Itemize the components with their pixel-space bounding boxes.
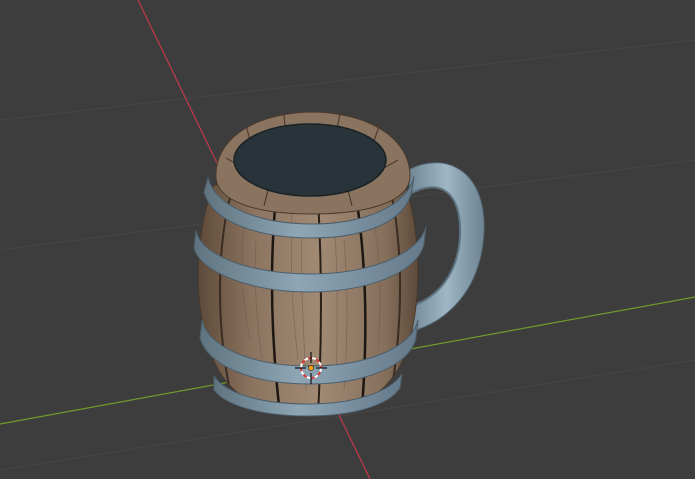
object-origin-icon — [308, 365, 314, 371]
3d-viewport[interactable] — [0, 0, 695, 479]
mug-interior — [233, 123, 387, 197]
barrel-rim[interactable] — [215, 111, 411, 215]
viewport-canvas[interactable] — [0, 0, 695, 479]
